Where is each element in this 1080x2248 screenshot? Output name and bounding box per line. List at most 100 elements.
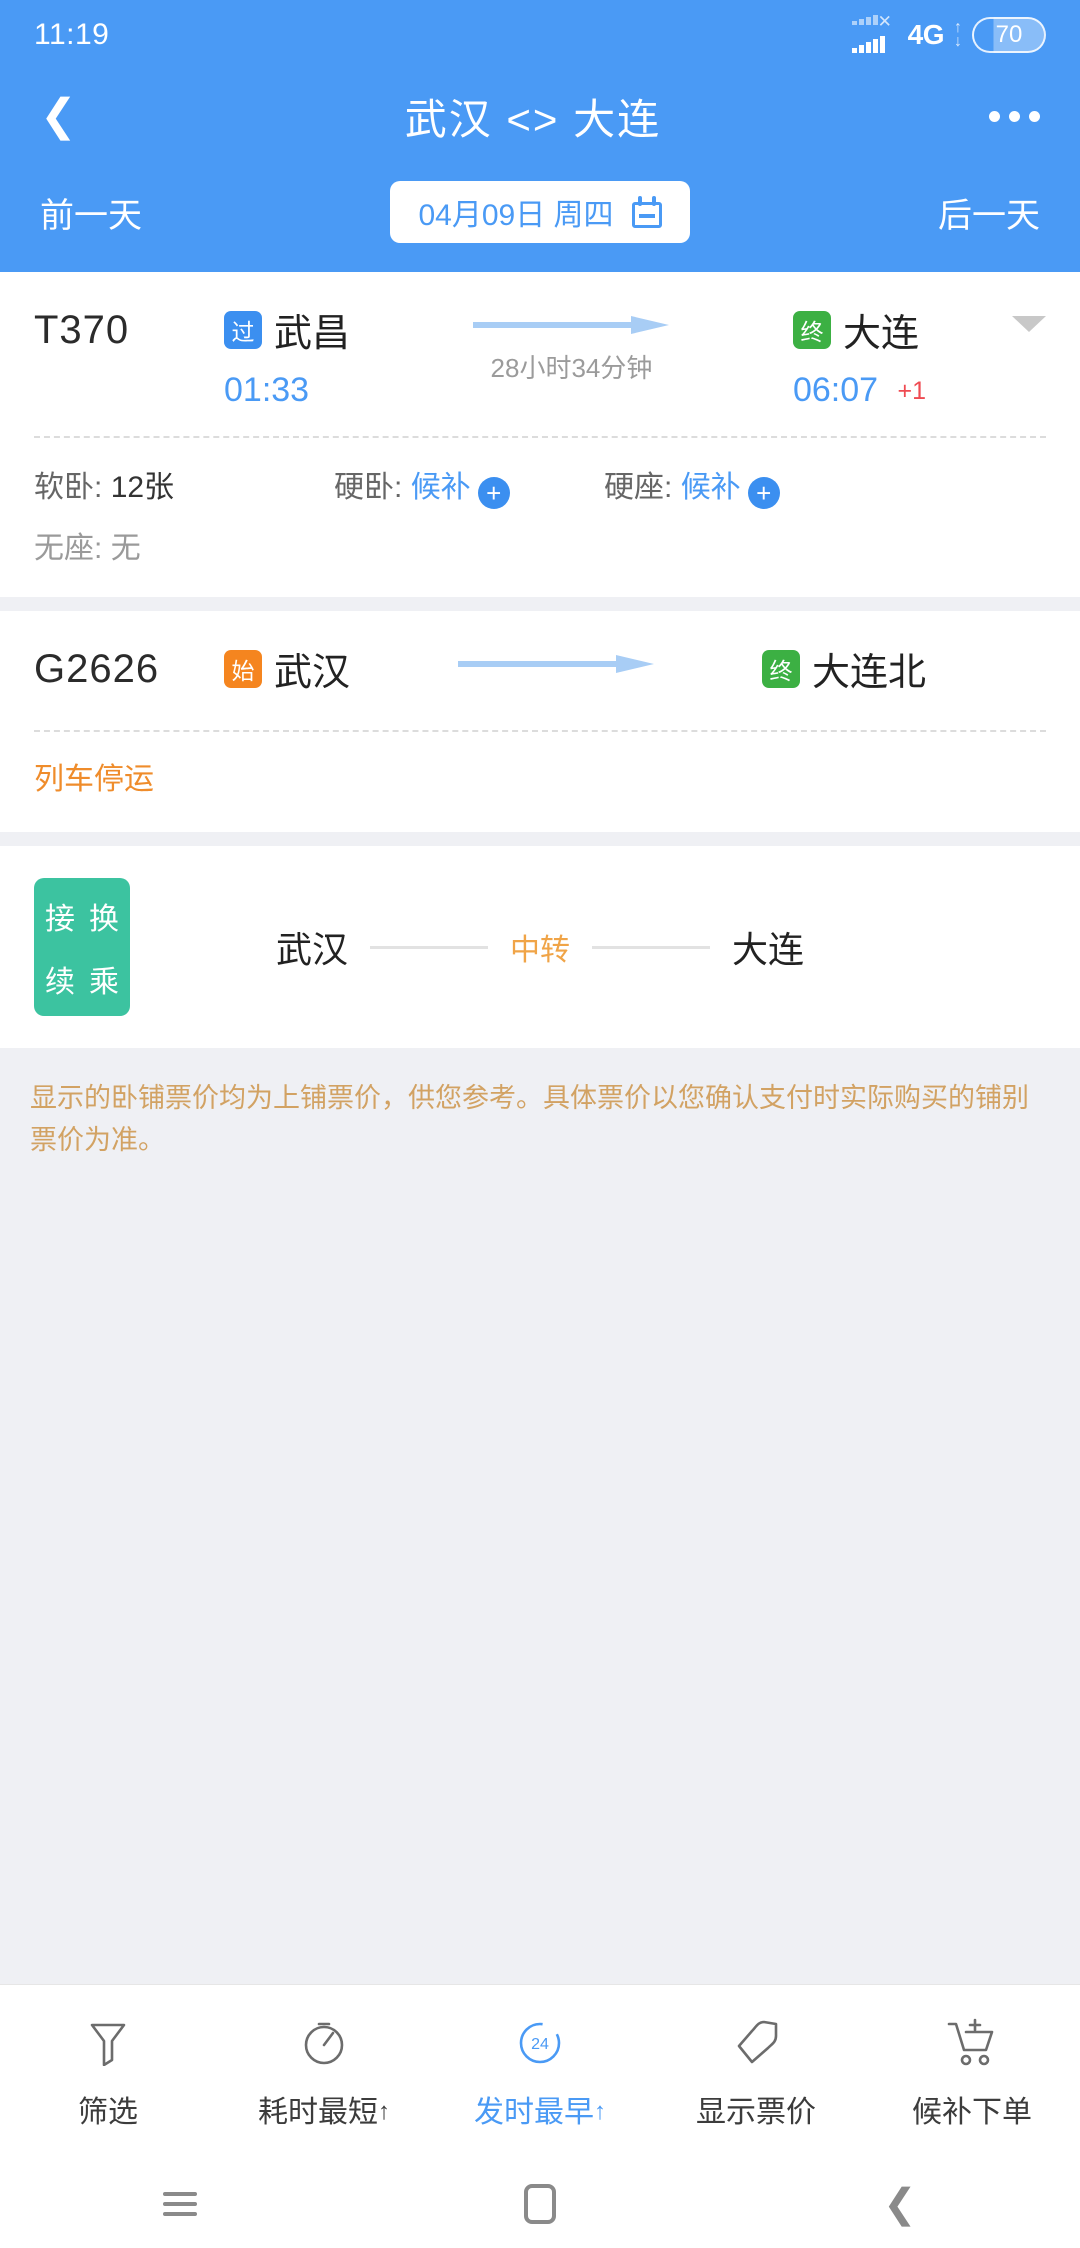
transfer-label: 中转 bbox=[510, 934, 570, 967]
seat-value: 12张 bbox=[110, 471, 175, 504]
svg-text:24: 24 bbox=[531, 2036, 549, 2053]
arrival-time-row: 06:07 +1 bbox=[793, 371, 926, 410]
toolbar-item-show-price[interactable]: 显示票价 bbox=[648, 2015, 864, 2131]
train-summary-row: T370 过 武昌 01:33 28小时34分钟 终 大连 06:07 +1 bbox=[0, 272, 1080, 410]
arrival-time: 06:07 bbox=[792, 371, 879, 409]
calendar-icon bbox=[631, 196, 662, 228]
stopwatch-icon bbox=[300, 2015, 348, 2071]
duration-block bbox=[350, 641, 762, 673]
price-tag-icon bbox=[732, 2015, 780, 2071]
trip-duration: 28小时34分钟 bbox=[490, 353, 653, 383]
duration-block: 28小时34分钟 bbox=[350, 302, 793, 385]
data-transfer-icon: ↑ ↓ bbox=[954, 18, 962, 50]
transfer-origin: 武汉 bbox=[275, 929, 348, 970]
transfer-route: 武汉 中转 大连 bbox=[130, 921, 950, 973]
departure-station: 武汉 bbox=[274, 652, 351, 694]
badge-char: 换 bbox=[89, 902, 119, 936]
cart-plus-icon bbox=[946, 2015, 998, 2071]
date-navigation-row: 前一天 04月09日 周四 后一天 bbox=[0, 162, 1080, 268]
home-square-icon[interactable] bbox=[524, 2184, 557, 2224]
date-picker-button[interactable]: 04月09日 周四 bbox=[390, 181, 690, 243]
fare-disclaimer: 显示的卧铺票价均为上铺票价，供您参考。具体票价以您确认支付时实际购买的铺别票价为… bbox=[30, 1083, 1029, 1155]
train-number: T370 bbox=[34, 308, 130, 352]
departure-station: 武昌 bbox=[274, 313, 351, 355]
menu-icon[interactable] bbox=[163, 2186, 198, 2222]
sort-direction-icon: ↑ bbox=[594, 2097, 606, 2125]
seat-availability: 软卧: 12张 硬卧: 候补 + 硬座: 候补 + 无座: 无 bbox=[0, 438, 1080, 597]
toolbar-label: 耗时最短↑ bbox=[258, 2095, 390, 2129]
phone-screen: 11:19 ✕ 4G ↑ ↓ 70 ❮ 武汉 <> 大连 前一天 04月09日 周… bbox=[0, 0, 1080, 2248]
battery-indicator: 70 bbox=[972, 17, 1046, 53]
seat-label: 硬座: bbox=[604, 471, 673, 504]
badge-char: 接 bbox=[45, 902, 75, 936]
prev-day-button[interactable]: 前一天 bbox=[40, 188, 142, 237]
toolbar-item-shortest-duration[interactable]: 耗时最短↑ bbox=[216, 2015, 432, 2131]
departure-block: 始 武汉 bbox=[224, 641, 350, 696]
seat-item-ruanwo: 软卧: 12张 bbox=[34, 462, 334, 509]
status-bar: 11:19 ✕ 4G ↑ ↓ 70 bbox=[0, 0, 1080, 70]
toolbar-item-filter[interactable]: 筛选 bbox=[0, 2015, 216, 2131]
toolbar-item-waitlist-order[interactable]: 候补下单 bbox=[864, 2015, 1080, 2131]
train-card-g2626[interactable]: G2626 始 武汉 终 大连北 列车停运 bbox=[0, 611, 1080, 832]
seat-item-yingzuo[interactable]: 硬座: 候补 + bbox=[604, 462, 780, 509]
seat-value: 候补 bbox=[680, 471, 741, 504]
funnel-icon bbox=[88, 2015, 128, 2071]
back-chevron-icon[interactable]: ❮ bbox=[883, 2184, 917, 2224]
direction-arrow-icon bbox=[458, 655, 654, 673]
add-waitlist-icon[interactable]: + bbox=[747, 477, 780, 509]
more-options-icon[interactable] bbox=[989, 110, 1040, 122]
status-indicators: ✕ 4G ↑ ↓ 70 bbox=[851, 13, 1046, 55]
add-waitlist-icon[interactable]: + bbox=[477, 477, 510, 509]
signal-bars-icon: ✕ bbox=[851, 13, 898, 55]
arrival-type-badge: 终 bbox=[761, 649, 800, 688]
train-list: T370 过 武昌 01:33 28小时34分钟 终 大连 06:07 +1 软… bbox=[0, 272, 1080, 1984]
back-icon[interactable]: ❮ bbox=[40, 94, 77, 138]
clock-24-icon: 24 bbox=[515, 2015, 565, 2071]
transfer-option-card[interactable]: 接 换 续 乘 武汉 中转 大连 bbox=[0, 846, 1080, 1048]
seat-item-yingwo[interactable]: 硬卧: 候补 + bbox=[334, 462, 604, 509]
toolbar-item-earliest-departure[interactable]: 24 发时最早↑ bbox=[432, 2015, 648, 2131]
caret-down-icon bbox=[1012, 316, 1046, 332]
departure-block: 过 武昌 01:33 bbox=[224, 302, 350, 410]
seat-row: 无座: 无 bbox=[34, 523, 1046, 567]
departure-type-badge: 始 bbox=[224, 649, 262, 688]
arrival-station: 大连 bbox=[842, 313, 919, 355]
app-header: ❮ 武汉 <> 大连 前一天 04月09日 周四 后一天 bbox=[0, 70, 1080, 272]
card-gap bbox=[0, 832, 1080, 846]
bottom-toolbar: 筛选 耗时最短↑ 24 发时最早↑ 显示票价 候补下单 bbox=[0, 1984, 1080, 2160]
transfer-row: 接 换 续 乘 武汉 中转 大连 bbox=[0, 846, 1080, 1048]
seat-row: 软卧: 12张 硬卧: 候补 + 硬座: 候补 + bbox=[34, 462, 1046, 509]
sort-direction-icon: ↑ bbox=[378, 2097, 390, 2125]
train-number: G2626 bbox=[34, 647, 160, 691]
toolbar-label: 筛选 bbox=[78, 2095, 138, 2129]
seat-value: 候补 bbox=[410, 471, 471, 504]
toolbar-label: 候补下单 bbox=[912, 2095, 1032, 2129]
arrival-block: 终 大连 06:07 +1 bbox=[792, 302, 926, 410]
next-day-button[interactable]: 后一天 bbox=[938, 188, 1040, 237]
network-type-label: 4G bbox=[907, 19, 945, 50]
direction-arrow-icon bbox=[473, 316, 670, 334]
train-status-label: 列车停运 bbox=[34, 763, 154, 796]
seat-value: 无 bbox=[110, 532, 141, 565]
arrival-type-badge: 终 bbox=[792, 310, 831, 349]
arrival-block: 终 大连北 bbox=[761, 641, 926, 696]
toolbar-label: 显示票价 bbox=[696, 2095, 816, 2129]
train-card-t370[interactable]: T370 过 武昌 01:33 28小时34分钟 终 大连 06:07 +1 软… bbox=[0, 272, 1080, 597]
header-title-row: ❮ 武汉 <> 大连 bbox=[0, 70, 1080, 162]
departure-time: 01:33 bbox=[224, 371, 310, 409]
transfer-type-badge: 接 换 续 乘 bbox=[34, 878, 130, 1016]
route-line-left bbox=[370, 945, 488, 949]
seat-label: 软卧: bbox=[34, 471, 103, 504]
toolbar-label: 发时最早↑ bbox=[474, 2095, 606, 2129]
seat-label: 无座: bbox=[34, 532, 103, 565]
expand-spacer bbox=[926, 641, 1046, 655]
badge-char: 乘 bbox=[89, 965, 119, 999]
expand-train-button[interactable] bbox=[926, 302, 1046, 332]
transfer-destination: 大连 bbox=[732, 929, 805, 970]
selected-date-label: 04月09日 周四 bbox=[418, 199, 614, 232]
train-summary-row: G2626 始 武汉 终 大连北 bbox=[0, 611, 1080, 704]
page-title: 武汉 <> 大连 bbox=[404, 95, 662, 143]
badge-char: 续 bbox=[45, 965, 75, 999]
status-clock: 11:19 bbox=[34, 18, 110, 51]
android-nav-bar: ❮ bbox=[0, 2160, 1080, 2248]
